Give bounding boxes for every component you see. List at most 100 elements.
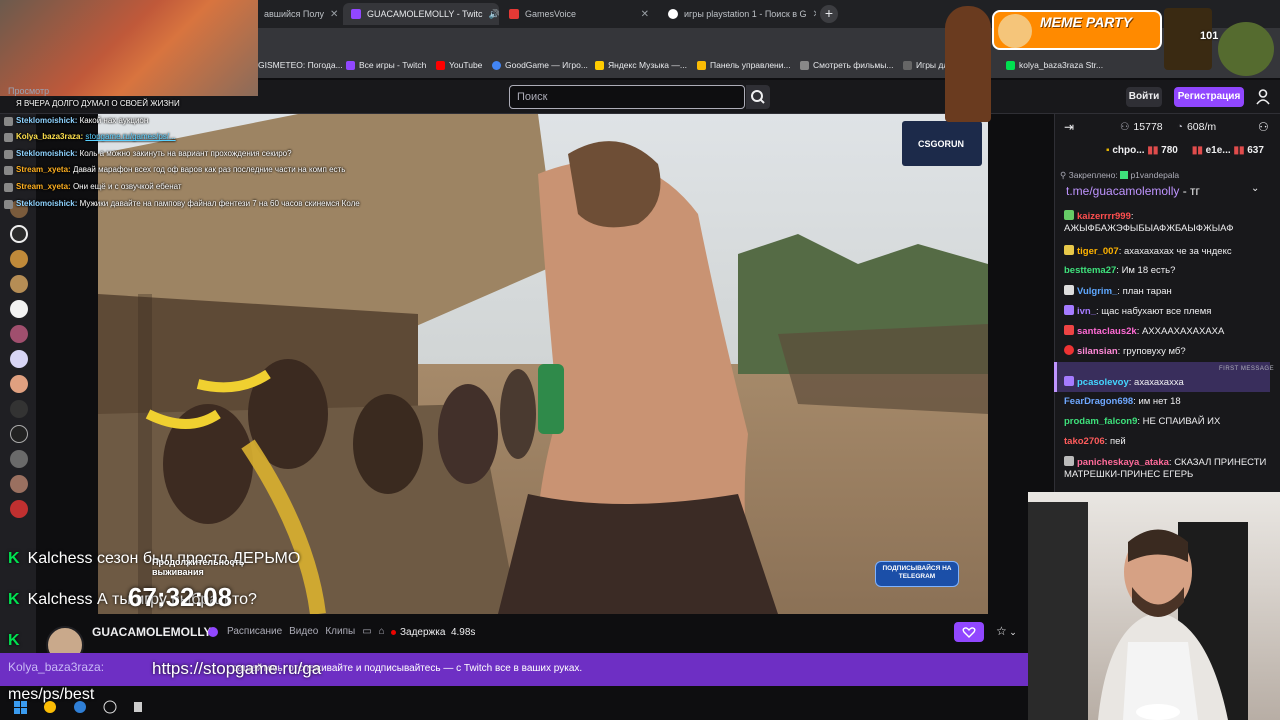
leader-badge-icon: ▮▮ [1191, 145, 1206, 156]
chat-username[interactable]: silansian [1077, 346, 1118, 357]
tab-clips[interactable]: Клипы [325, 626, 355, 637]
chat-text: щас набухают все племя [1101, 306, 1212, 317]
search-input[interactable]: Поиск [509, 85, 745, 109]
browser-tab[interactable]: игры playstation 1 - Поиск в G ✕ [660, 3, 816, 25]
bookmark-item[interactable]: Все игры - Twitch [346, 60, 426, 70]
channel-avatar[interactable] [10, 375, 28, 393]
chat-message[interactable]: kaizerrrr999: АЖЫФБАЖЭФЫБЫАФЖБАЫФЖЫАФ [1064, 210, 1274, 235]
channel-avatar[interactable] [10, 425, 28, 443]
chat-username[interactable]: Vulgrim_ [1077, 286, 1117, 297]
close-tab-icon[interactable]: ✕ [813, 9, 816, 20]
chat-username[interactable]: pcasolevoy [1077, 377, 1129, 388]
bookmark-item[interactable]: GISMETEO: Погода... [258, 60, 343, 70]
badge-icon [1064, 456, 1074, 466]
calendar-icon[interactable]: ▭ [362, 626, 371, 637]
chat-message[interactable]: panicheskaya_ataka: СКАЗАЛ ПРИНЕСТИ МАТР… [1064, 456, 1274, 481]
audio-icon[interactable]: 🔊 [489, 9, 499, 20]
chat-message[interactable]: ivn_: щас набухают все племя [1064, 305, 1274, 318]
chat-text: план таран [1122, 286, 1172, 297]
pinned-message[interactable]: ⚲ Закреплено: p1vandepala t.me/guacamole… [1060, 170, 1272, 208]
chat-username[interactable]: panicheskaya_ataka [1077, 457, 1169, 468]
channel-avatar[interactable] [10, 250, 28, 268]
chat-message[interactable]: prodam_falcon9: НЕ СПАИВАЙ ИХ [1064, 416, 1274, 428]
chat-username[interactable]: tako2706 [1064, 436, 1105, 447]
leader-badge-icon: ▮▮ [1233, 145, 1245, 156]
channel-avatar[interactable] [10, 225, 28, 243]
games-icon [903, 60, 912, 70]
channel-avatar[interactable] [10, 325, 28, 343]
pinned-link[interactable]: t.me/guacamolemolly [1066, 184, 1179, 198]
bookmark-item[interactable]: kolya_baza3raza Str... [1006, 60, 1103, 70]
bookmark-item[interactable]: Яндекс Музыка —... [595, 60, 687, 70]
chat-message[interactable]: santaclaus2k: АХХААХАХАХАХА [1064, 325, 1274, 338]
user-icon[interactable] [1256, 89, 1270, 105]
chat-username[interactable]: ivn_ [1077, 306, 1096, 317]
bookmark-item[interactable]: GoodGame — Игро... [492, 60, 588, 70]
chat-username[interactable]: besttema27 [1064, 265, 1116, 276]
browser-tab[interactable]: GamesVoice ✕ [501, 3, 657, 25]
bookmark-item[interactable]: Панель управлени... [697, 60, 791, 70]
search-button[interactable] [746, 85, 770, 109]
stream-url-overlay: https://stopgame.ru/ga [152, 659, 322, 678]
overlay-chat-text: Коль а можно закинуть на вариант прохожд… [79, 148, 292, 158]
channel-avatar[interactable] [10, 450, 28, 468]
chat-message[interactable]: FearDragon698: им нет 18 [1064, 396, 1274, 408]
follow-button[interactable] [954, 622, 984, 642]
bookmark-label: YouTube [449, 60, 483, 70]
overlay-chat-line: Kolya_baza3raza: stopgame.ru/games/ps/..… [0, 129, 380, 146]
chat-message[interactable]: tako2706: пей [1064, 436, 1274, 448]
chat-text: пей [1109, 436, 1126, 447]
leader-name: chpo... [1112, 145, 1145, 156]
leaderboard[interactable]: ▪ chpo... ▮▮ 780 ▮▮ e1e... ▮▮ 637 [1106, 145, 1264, 156]
channel-avatar[interactable] [10, 400, 28, 418]
twitch-icon [346, 60, 355, 70]
close-tab-icon[interactable]: ✕ [641, 9, 649, 20]
overlay-chat-user: Stream_xyeta: [16, 181, 71, 191]
browser-tab-active[interactable]: GUACAMOLEMOLLY - Twitc 🔊 ✕ [343, 3, 499, 25]
pinned-body: t.me/guacamolemolly - тг [1060, 182, 1272, 200]
channel-avatar[interactable] [10, 300, 28, 318]
bookmark-label: Яндекс Музыка —... [608, 60, 687, 70]
channel-avatar[interactable] [10, 475, 28, 493]
signup-button[interactable]: Регистрация [1174, 87, 1244, 107]
pinned-by: p1vandepala [1130, 170, 1180, 180]
new-tab-button[interactable]: + [820, 5, 838, 23]
chat-message[interactable]: besttema27: Им 18 есть? [1064, 265, 1274, 277]
chat-message[interactable]: tiger_007: ахахахахах че за чндекс [1064, 245, 1274, 258]
channel-avatar[interactable] [10, 500, 28, 518]
chat-message[interactable]: silansian: груповуху мб? [1064, 345, 1274, 358]
bookmark-label: Панель управлени... [710, 60, 791, 70]
chevron-down-icon[interactable]: ⌄ [1251, 183, 1259, 194]
survival-label: Продолжительность выживания [152, 557, 245, 577]
chat-username[interactable]: prodam_falcon9 [1064, 416, 1137, 427]
channel-avatar[interactable] [10, 275, 28, 293]
tab-videos[interactable]: Видео [289, 626, 318, 637]
browser-tab[interactable]: авшийся Полу ✕ [256, 3, 340, 25]
collapse-chat-icon[interactable]: ⇥ [1064, 120, 1074, 134]
chat-text: АЖЫФБАЖЭФЫБЫАФЖБАЫФЖЫАФ [1064, 223, 1234, 234]
leader-name: e1e... [1205, 145, 1231, 156]
close-tab-icon[interactable]: ✕ [330, 9, 338, 20]
bookmark-item[interactable]: YouTube [436, 60, 482, 70]
tab-schedule[interactable]: Расписание [227, 626, 282, 637]
channel-avatar[interactable] [10, 350, 28, 368]
subscribe-button[interactable]: ☆ ⌄ [996, 624, 1026, 642]
kick-username-overlay: Kolya_baza3raza: [8, 660, 105, 674]
chat-username[interactable]: tiger_007 [1077, 246, 1119, 257]
chat-message[interactable]: pcasolevoy: ахахахахха [1064, 376, 1274, 389]
chat-username[interactable]: FearDragon698 [1064, 396, 1133, 407]
badge-icon [1064, 210, 1074, 220]
gift-icon[interactable]: ⌂ [379, 626, 385, 637]
login-button[interactable]: Войти [1126, 87, 1162, 107]
overlay-chat-user: Steklomoishick: [16, 148, 78, 158]
overlay-chat-line: Steklomoishick: Коль а можно закинуть на… [0, 146, 380, 163]
bookmark-label: Все игры - Twitch [359, 60, 427, 70]
chat-username[interactable]: santaclaus2k [1077, 326, 1137, 337]
badge-icon [4, 166, 13, 176]
chat-message[interactable]: Vulgrim_: план таран [1064, 285, 1274, 298]
webcam-scene [1028, 502, 1248, 720]
bookmark-item[interactable]: Смотреть фильмы... [800, 60, 893, 70]
chat-username[interactable]: kaizerrrr999 [1077, 211, 1131, 222]
channel-name[interactable]: GUACAMOLEMOLLY [92, 625, 212, 639]
chat-users-icon[interactable]: ⚇ [1258, 120, 1269, 134]
